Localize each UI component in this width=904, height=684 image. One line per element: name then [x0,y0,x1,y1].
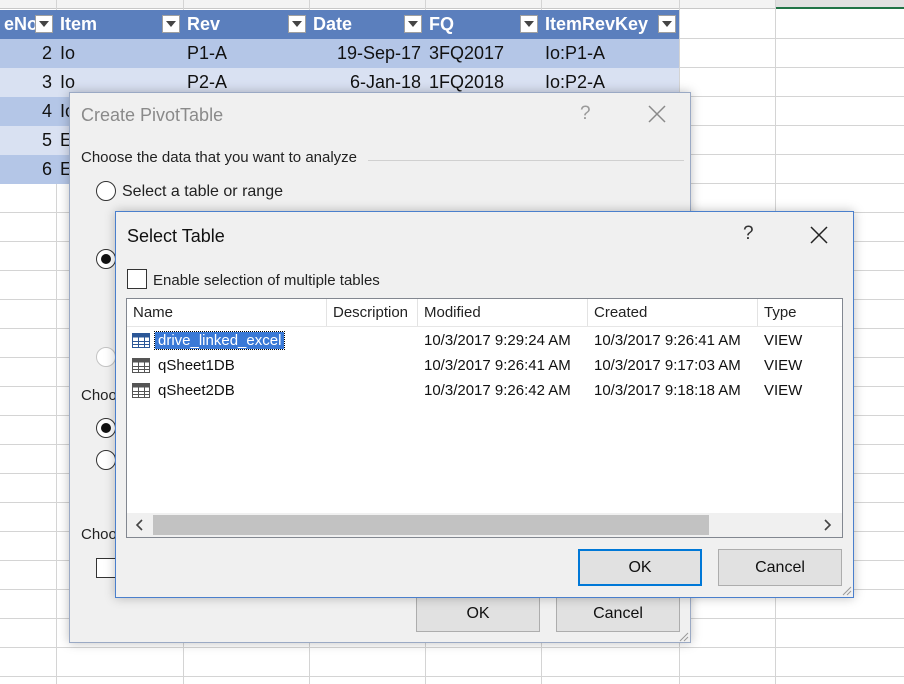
column-header-strip[interactable] [0,0,904,9]
table-cell[interactable]: 3 [0,68,56,97]
scroll-right-icon[interactable] [820,518,834,532]
add-to-data-model-checkbox[interactable] [96,558,116,578]
modified-cell: 10/3/2017 9:26:41 AM [424,357,571,374]
table-cell[interactable]: 4 [0,97,56,126]
column-header-name[interactable]: Name [127,299,327,327]
radio-label-select-table: Select a table or range [122,183,283,200]
list-item[interactable]: qSheet2DB 10/3/2017 9:26:42 AM 10/3/2017… [127,378,842,403]
table-cell[interactable]: Io [56,39,183,68]
type-cell: VIEW [764,382,803,399]
enable-multiple-tables-checkbox[interactable] [127,269,147,289]
cancel-button[interactable]: Cancel [718,549,842,586]
enable-multiple-tables-label: Enable selection of multiple tables [153,272,380,289]
table-name[interactable]: qSheet1DB [158,353,235,378]
column-header-modified[interactable]: Modified [418,299,588,327]
radio-existing-worksheet[interactable] [96,450,116,470]
table-cell[interactable]: 5 [0,126,56,155]
table-cell[interactable]: Io:P1-A [541,39,679,68]
filter-dropdown-icon[interactable] [162,15,180,33]
table-icon [132,358,150,373]
table-cell[interactable]: 6 [0,155,56,184]
resize-grip-icon[interactable] [840,584,852,596]
resize-grip-icon[interactable] [677,630,689,642]
scroll-left-icon[interactable] [133,518,147,532]
filter-dropdown-icon[interactable] [35,15,53,33]
table-name[interactable]: drive_linked_excel [153,331,286,350]
filter-dropdown-icon[interactable] [520,15,538,33]
table-icon [132,333,150,348]
created-cell: 10/3/2017 9:18:18 AM [594,382,741,399]
radio-external-source[interactable] [96,249,116,269]
table-icon [132,383,150,398]
select-table-dialog: Select Table ? Enable selection of multi… [115,211,854,598]
filter-dropdown-icon[interactable] [404,15,422,33]
horizontal-scrollbar[interactable] [127,513,842,537]
cancel-button[interactable]: Cancel [556,595,680,632]
radio-select-table-range[interactable] [96,181,116,201]
table-cell[interactable]: 2 [0,39,56,68]
ok-button[interactable]: OK [578,549,702,586]
section-divider [368,160,684,161]
scrollbar-thumb[interactable] [153,515,709,535]
filter-dropdown-icon[interactable] [288,15,306,33]
column-header-type[interactable]: Type [758,299,842,327]
dialog-title: Select Table [127,226,225,246]
close-icon[interactable] [646,103,668,125]
radio-data-model[interactable] [96,347,116,367]
radio-new-worksheet[interactable] [96,418,116,438]
table-cell[interactable]: P1-A [183,39,309,68]
created-cell: 10/3/2017 9:26:41 AM [594,332,741,349]
dialog-title: Create PivotTable [81,105,224,125]
table-cell[interactable]: 19-Sep-17 [309,39,425,68]
modified-cell: 10/3/2017 9:26:42 AM [424,382,571,399]
section-label-placement: Choo [81,387,117,404]
close-icon[interactable] [808,224,830,246]
section-label-analyze: Choose the data that you want to analyze [81,149,358,166]
type-cell: VIEW [764,332,803,349]
modified-cell: 10/3/2017 9:29:24 AM [424,332,571,349]
table-name[interactable]: qSheet2DB [158,378,235,403]
column-header-description[interactable]: Description [327,299,418,327]
created-cell: 10/3/2017 9:17:03 AM [594,357,741,374]
table-cell[interactable]: 3FQ2017 [425,39,541,68]
type-cell: VIEW [764,357,803,374]
filter-dropdown-icon[interactable] [658,15,676,33]
section-label-multiple: Choo [81,526,117,543]
selected-column-header[interactable] [775,0,904,9]
help-icon[interactable]: ? [580,103,591,125]
table-list[interactable]: Name Description Modified Created Type d… [126,298,843,538]
ok-button[interactable]: OK [416,595,540,632]
help-icon[interactable]: ? [743,223,754,245]
list-item[interactable]: drive_linked_excel 10/3/2017 9:29:24 AM … [127,328,842,353]
list-item[interactable]: qSheet1DB 10/3/2017 9:26:41 AM 10/3/2017… [127,353,842,378]
column-header-created[interactable]: Created [588,299,758,327]
